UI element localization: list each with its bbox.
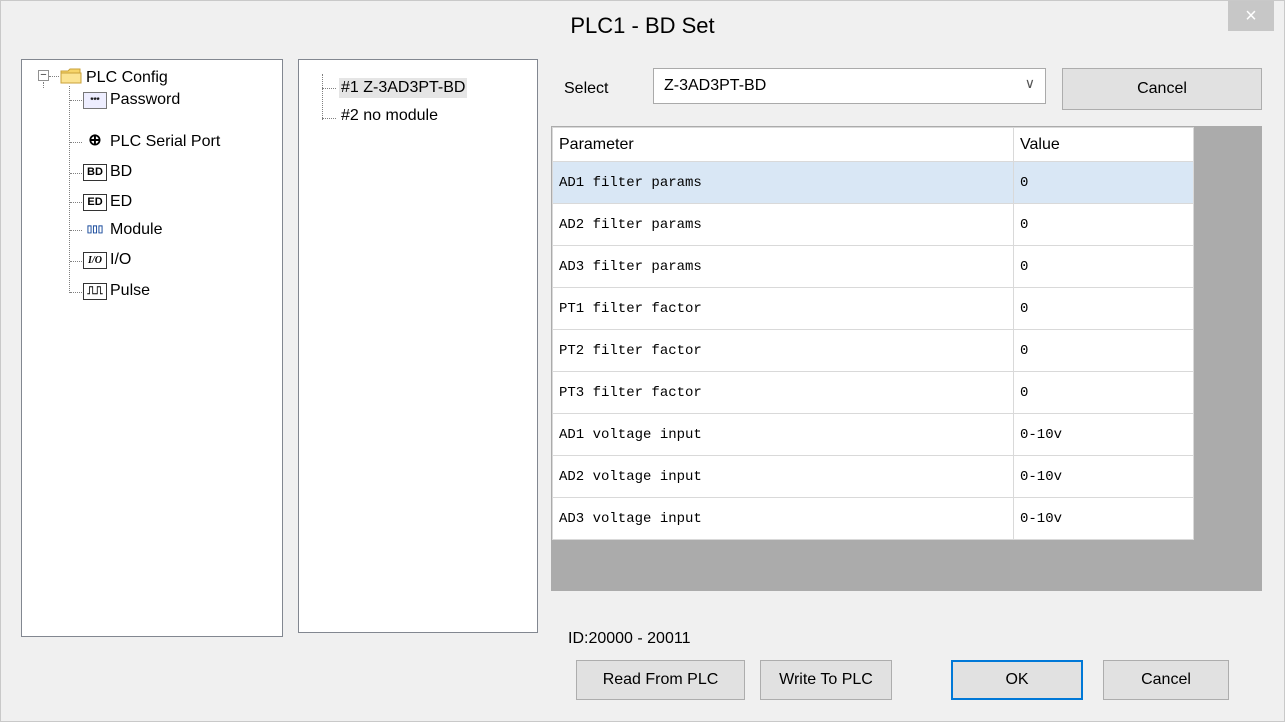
parameter-table: Parameter Value AD1 filter params 0 AD2 … — [552, 127, 1194, 540]
tree-item-io[interactable]: I/O — [110, 250, 131, 270]
io-icon: I/O — [83, 252, 107, 269]
param-value-cell[interactable]: 0-10v — [1013, 497, 1194, 540]
serial-port-icon: ⊕ — [88, 132, 102, 149]
table-row[interactable]: AD1 voltage input 0-10v — [552, 413, 1194, 456]
slot-item-label: #1 Z-3AD3PT-BD — [341, 79, 466, 96]
top-cancel-button[interactable]: Cancel — [1062, 68, 1262, 110]
config-tree-panel: − PLC Config *** Password ⊕ PLC Serial P… — [21, 59, 283, 637]
footer-cancel-button[interactable]: Cancel — [1103, 660, 1229, 700]
module-select-dropdown[interactable]: Z-3AD3PT-BD ∨ — [653, 68, 1046, 104]
slot-list-panel: #1 Z-3AD3PT-BD #2 no module — [298, 59, 538, 633]
chevron-down-icon[interactable]: ∨ — [1025, 75, 1035, 92]
tree-item-label: Module — [110, 221, 163, 238]
tree-item-label: ED — [110, 193, 133, 210]
param-name-cell: PT3 filter factor — [552, 371, 1014, 414]
tree-item-password[interactable]: Password — [110, 90, 180, 110]
tree-connector — [70, 292, 82, 293]
tree-connector — [49, 76, 59, 77]
param-name-cell: AD1 filter params — [552, 161, 1014, 204]
tree-item-label: PLC Serial Port — [110, 133, 221, 150]
read-from-plc-button[interactable]: Read From PLC — [576, 660, 745, 700]
param-name-cell: AD3 voltage input — [552, 497, 1014, 540]
param-name-cell: AD2 filter params — [552, 203, 1014, 246]
tree-connector — [70, 230, 82, 231]
tree-connector — [70, 261, 82, 262]
module-icon: ▯▯▯ — [86, 224, 104, 235]
param-value-cell[interactable]: 0 — [1013, 329, 1194, 372]
param-value-cell[interactable]: 0 — [1013, 203, 1194, 246]
tree-item-plc-config[interactable]: PLC Config — [86, 68, 168, 88]
tree-item-label: BD — [110, 163, 133, 180]
param-value-cell[interactable]: 0 — [1013, 161, 1194, 204]
table-row[interactable]: AD1 filter params 0 — [552, 161, 1194, 204]
tree-connector — [70, 100, 82, 101]
table-row[interactable]: AD3 filter params 0 — [552, 245, 1194, 288]
ed-icon: ED — [83, 194, 107, 211]
param-name-cell: AD1 voltage input — [552, 413, 1014, 456]
tree-item-module[interactable]: Module — [110, 220, 162, 240]
tree-item-plc-serial-port[interactable]: PLC Serial Port — [110, 132, 220, 152]
param-name-cell: AD3 filter params — [552, 245, 1014, 288]
param-name-cell: PT1 filter factor — [552, 287, 1014, 330]
param-value-cell[interactable]: 0 — [1013, 245, 1194, 288]
tree-item-bd[interactable]: BD — [110, 162, 132, 182]
tree-item-label: Pulse — [110, 282, 151, 299]
bd-icon: BD — [83, 164, 107, 181]
tree-connector — [43, 82, 44, 88]
password-icon: *** — [83, 92, 107, 109]
table-row[interactable]: AD3 voltage input 0-10v — [552, 497, 1194, 540]
collapse-icon[interactable]: − — [38, 70, 49, 81]
table-row[interactable]: AD2 voltage input 0-10v — [552, 455, 1194, 498]
column-header-parameter[interactable]: Parameter — [552, 127, 1014, 162]
param-value-cell[interactable]: 0 — [1013, 371, 1194, 414]
column-header-value[interactable]: Value — [1013, 127, 1194, 162]
select-label: Select — [564, 80, 609, 97]
id-range-label: ID:20000 - 20011 — [568, 630, 691, 647]
table-row[interactable]: AD2 filter params 0 — [552, 203, 1194, 246]
tree-item-label: I/O — [110, 251, 132, 268]
param-value-cell[interactable]: 0-10v — [1013, 455, 1194, 498]
module-select-value: Z-3AD3PT-BD — [664, 77, 767, 94]
write-to-plc-button[interactable]: Write To PLC — [760, 660, 892, 700]
ok-button[interactable]: OK — [951, 660, 1083, 700]
title-bar[interactable]: PLC1 - BD Set × — [1, 1, 1284, 55]
slot-item-label: #2 no module — [341, 107, 438, 124]
dialog-title: PLC1 - BD Set — [570, 13, 715, 38]
pulse-icon: ⎍⎍ — [83, 283, 107, 300]
tree-connector — [70, 202, 82, 203]
param-name-cell: AD2 voltage input — [552, 455, 1014, 498]
tree-item-label: Password — [110, 91, 181, 108]
table-row[interactable]: PT2 filter factor 0 — [552, 329, 1194, 372]
tree-connector — [70, 142, 82, 143]
folder-icon — [60, 68, 82, 84]
tree-item-pulse[interactable]: Pulse — [110, 281, 150, 301]
slot-item-1[interactable]: #1 Z-3AD3PT-BD — [339, 78, 468, 98]
tree-connector — [322, 74, 323, 120]
tree-item-ed[interactable]: ED — [110, 192, 132, 212]
table-header-row: Parameter Value — [552, 127, 1194, 162]
table-row[interactable]: PT1 filter factor 0 — [552, 287, 1194, 330]
param-value-cell[interactable]: 0 — [1013, 287, 1194, 330]
tree-connector — [70, 173, 82, 174]
close-icon[interactable]: × — [1228, 1, 1274, 31]
bd-set-dialog: PLC1 - BD Set × − PLC Config *** Passwor… — [0, 0, 1285, 722]
tree-connector — [322, 88, 336, 89]
slot-item-2[interactable]: #2 no module — [341, 106, 438, 126]
tree-connector — [322, 118, 336, 119]
param-value-cell[interactable]: 0-10v — [1013, 413, 1194, 456]
table-row[interactable]: PT3 filter factor 0 — [552, 371, 1194, 414]
tree-item-label: PLC Config — [86, 69, 168, 86]
param-name-cell: PT2 filter factor — [552, 329, 1014, 372]
